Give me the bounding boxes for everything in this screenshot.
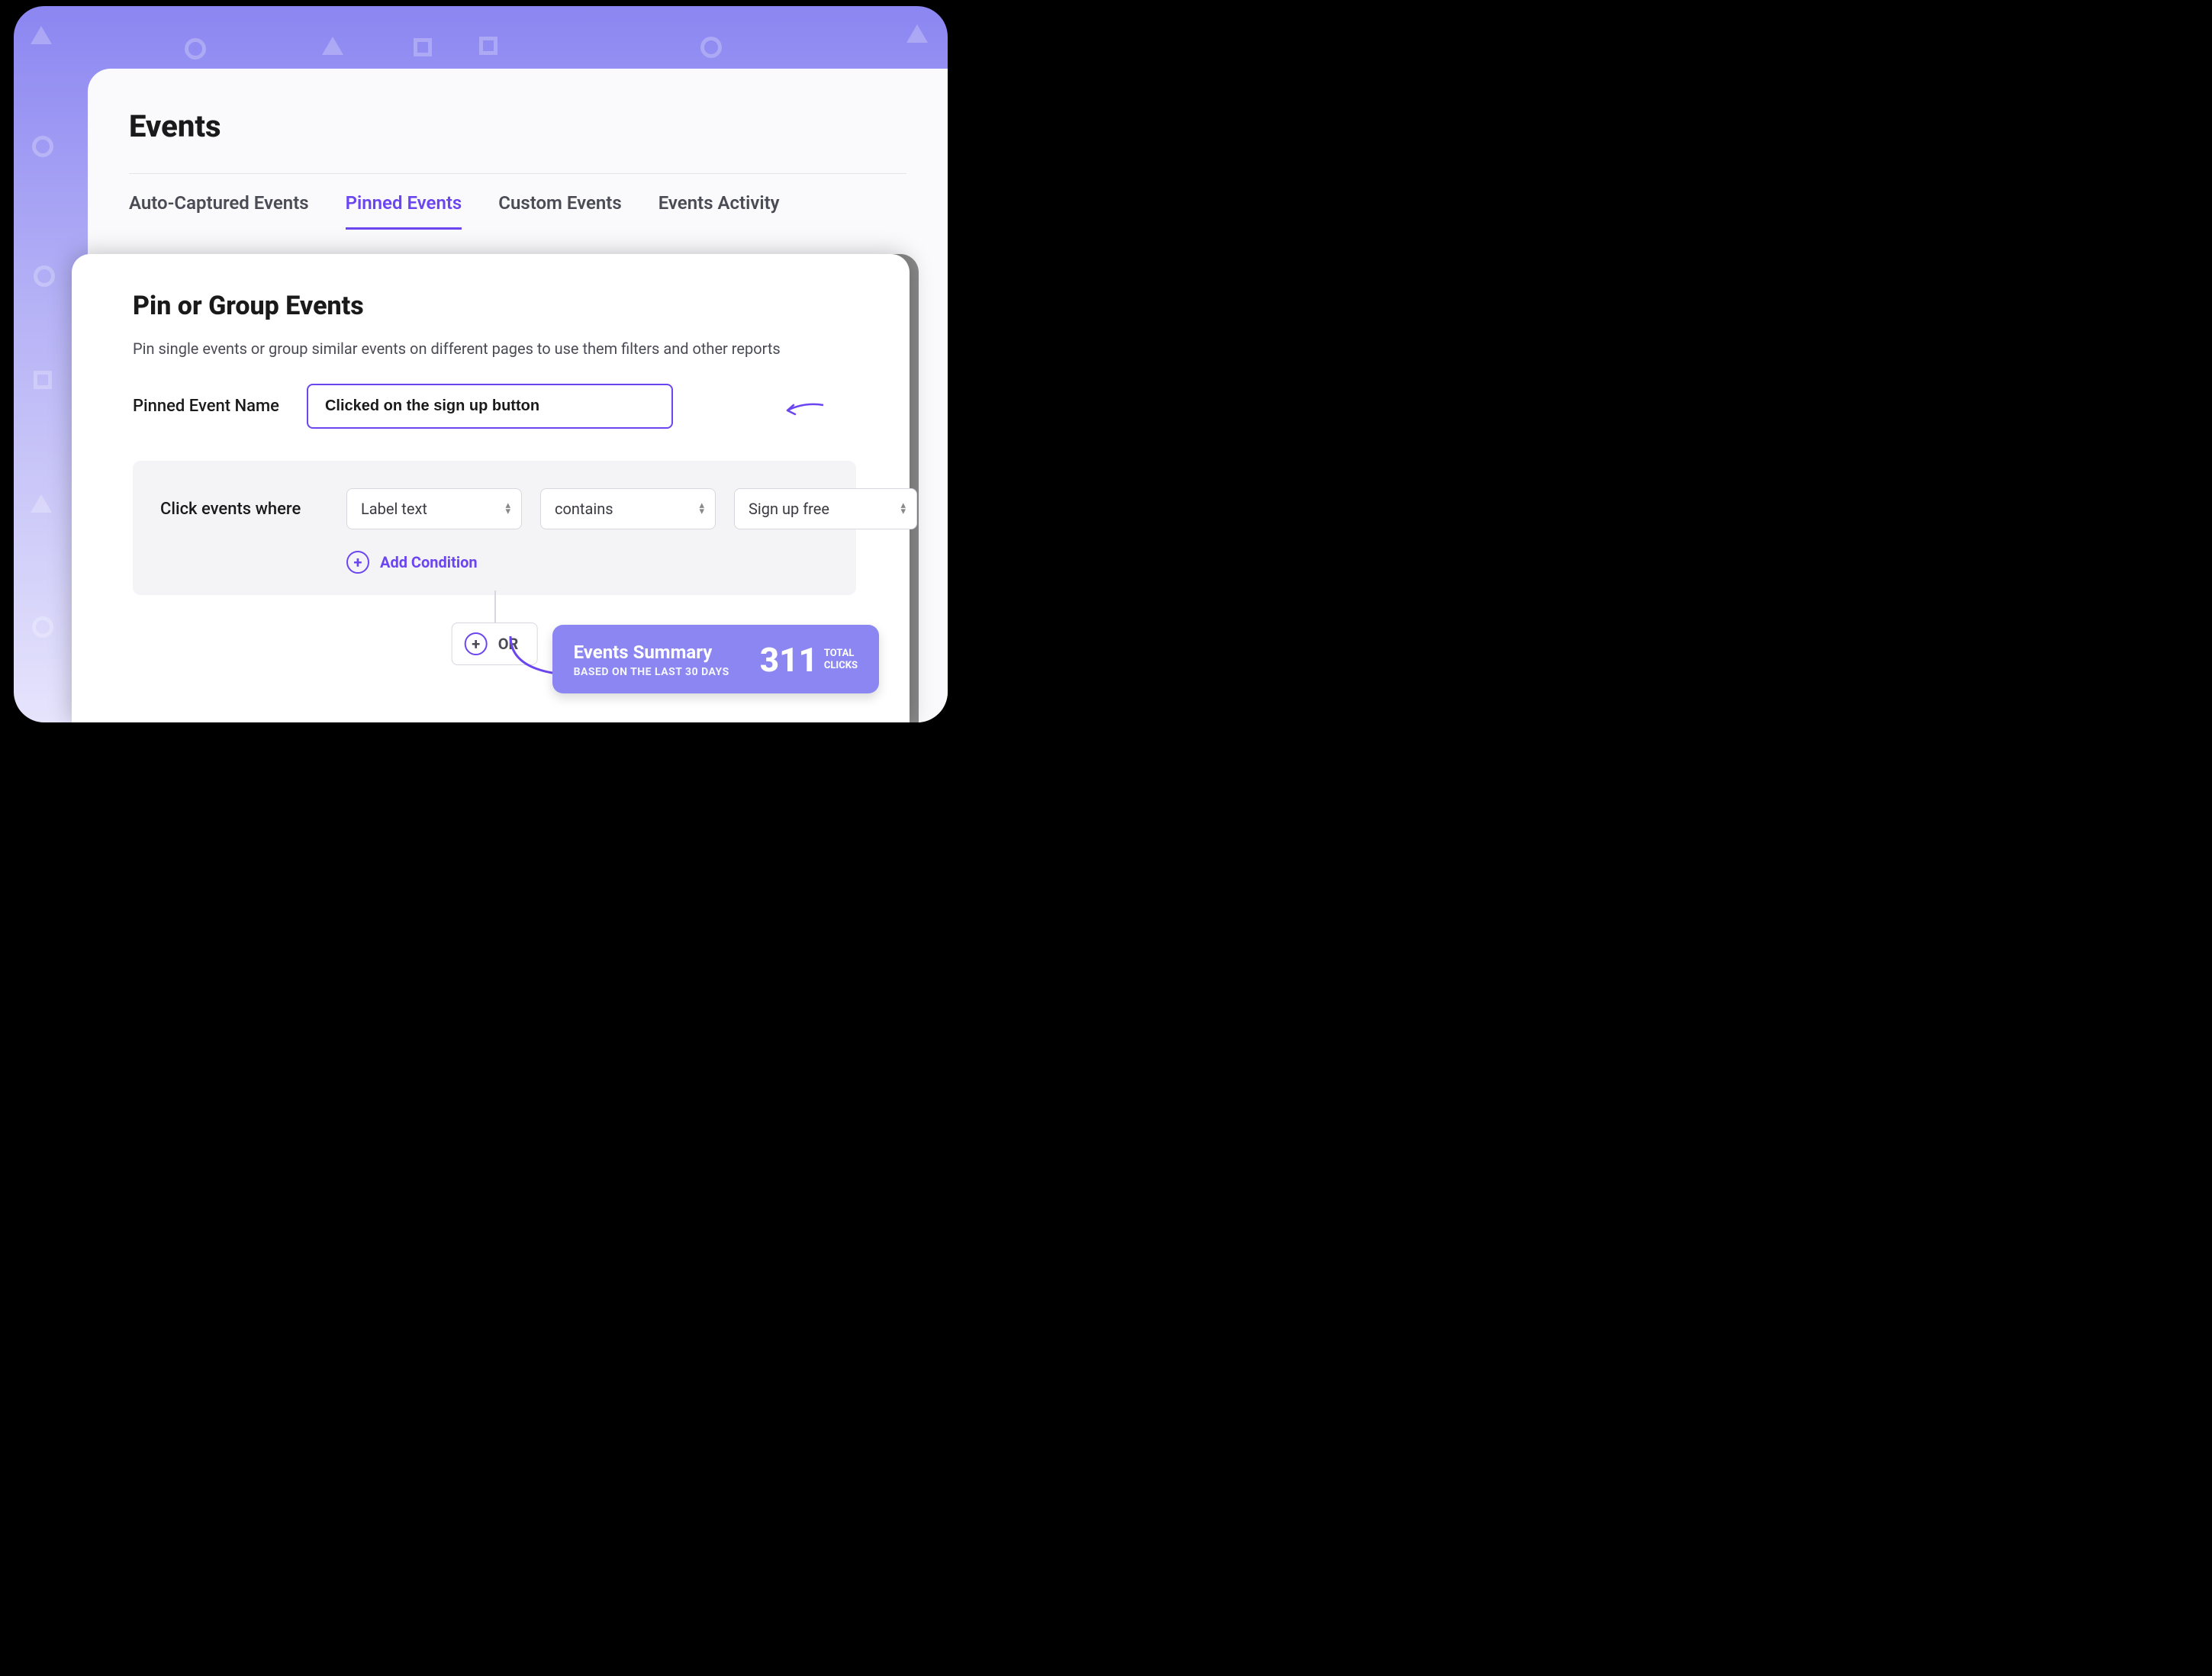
divider: [129, 173, 906, 174]
pinned-event-name-input[interactable]: [307, 384, 673, 429]
stepper-icon: ▴▾: [699, 503, 704, 515]
stepper-icon: ▴▾: [900, 503, 906, 515]
or-label: OR: [498, 635, 519, 653]
operator-select-value: contains: [555, 500, 613, 518]
tab-pinned-events[interactable]: Pinned Events: [346, 192, 462, 230]
add-condition-label: Add Condition: [380, 553, 478, 571]
value-select[interactable]: Sign up free ▴▾: [734, 488, 917, 529]
stepper-icon: ▴▾: [505, 503, 510, 515]
tab-events-activity[interactable]: Events Activity: [658, 192, 780, 230]
field-select-value: Label text: [361, 500, 427, 518]
or-button[interactable]: + OR: [452, 622, 538, 665]
editor-card: Pin or Group Events Pin single events or…: [72, 254, 910, 722]
summary-subtitle: BASED ON THE LAST 30 DAYS: [574, 666, 729, 678]
tab-auto-captured-events[interactable]: Auto-Captured Events: [129, 192, 309, 230]
connector-line: [494, 590, 496, 622]
arrow-annotation-icon: [781, 399, 827, 422]
condition-row: Click events where Label text ▴▾ contain…: [160, 488, 829, 529]
background-card: Events Auto-Captured Events Pinned Event…: [14, 6, 948, 722]
summary-unit: TOTAL CLICKS: [824, 648, 858, 671]
tab-custom-events[interactable]: Custom Events: [498, 192, 621, 230]
conditions-block: Click events where Label text ▴▾ contain…: [133, 461, 856, 595]
events-summary-card: Events Summary BASED ON THE LAST 30 DAYS…: [552, 625, 879, 693]
operator-select[interactable]: contains ▴▾: [540, 488, 716, 529]
plus-circle-icon: +: [346, 551, 369, 574]
page-title: Events: [129, 108, 906, 144]
pinned-event-name-label: Pinned Event Name: [133, 397, 279, 416]
editor-title: Pin or Group Events: [133, 291, 856, 321]
value-select-value: Sign up free: [749, 500, 829, 518]
summary-count: 311: [760, 643, 818, 677]
plus-circle-icon: +: [465, 632, 488, 655]
editor-description: Pin single events or group similar event…: [133, 339, 856, 358]
add-condition-button[interactable]: + Add Condition: [346, 551, 478, 574]
conditions-label: Click events where: [160, 500, 328, 519]
tabs: Auto-Captured Events Pinned Events Custo…: [129, 192, 906, 230]
field-select[interactable]: Label text ▴▾: [346, 488, 522, 529]
summary-title: Events Summary: [574, 642, 729, 663]
name-row: Pinned Event Name: [133, 384, 856, 429]
